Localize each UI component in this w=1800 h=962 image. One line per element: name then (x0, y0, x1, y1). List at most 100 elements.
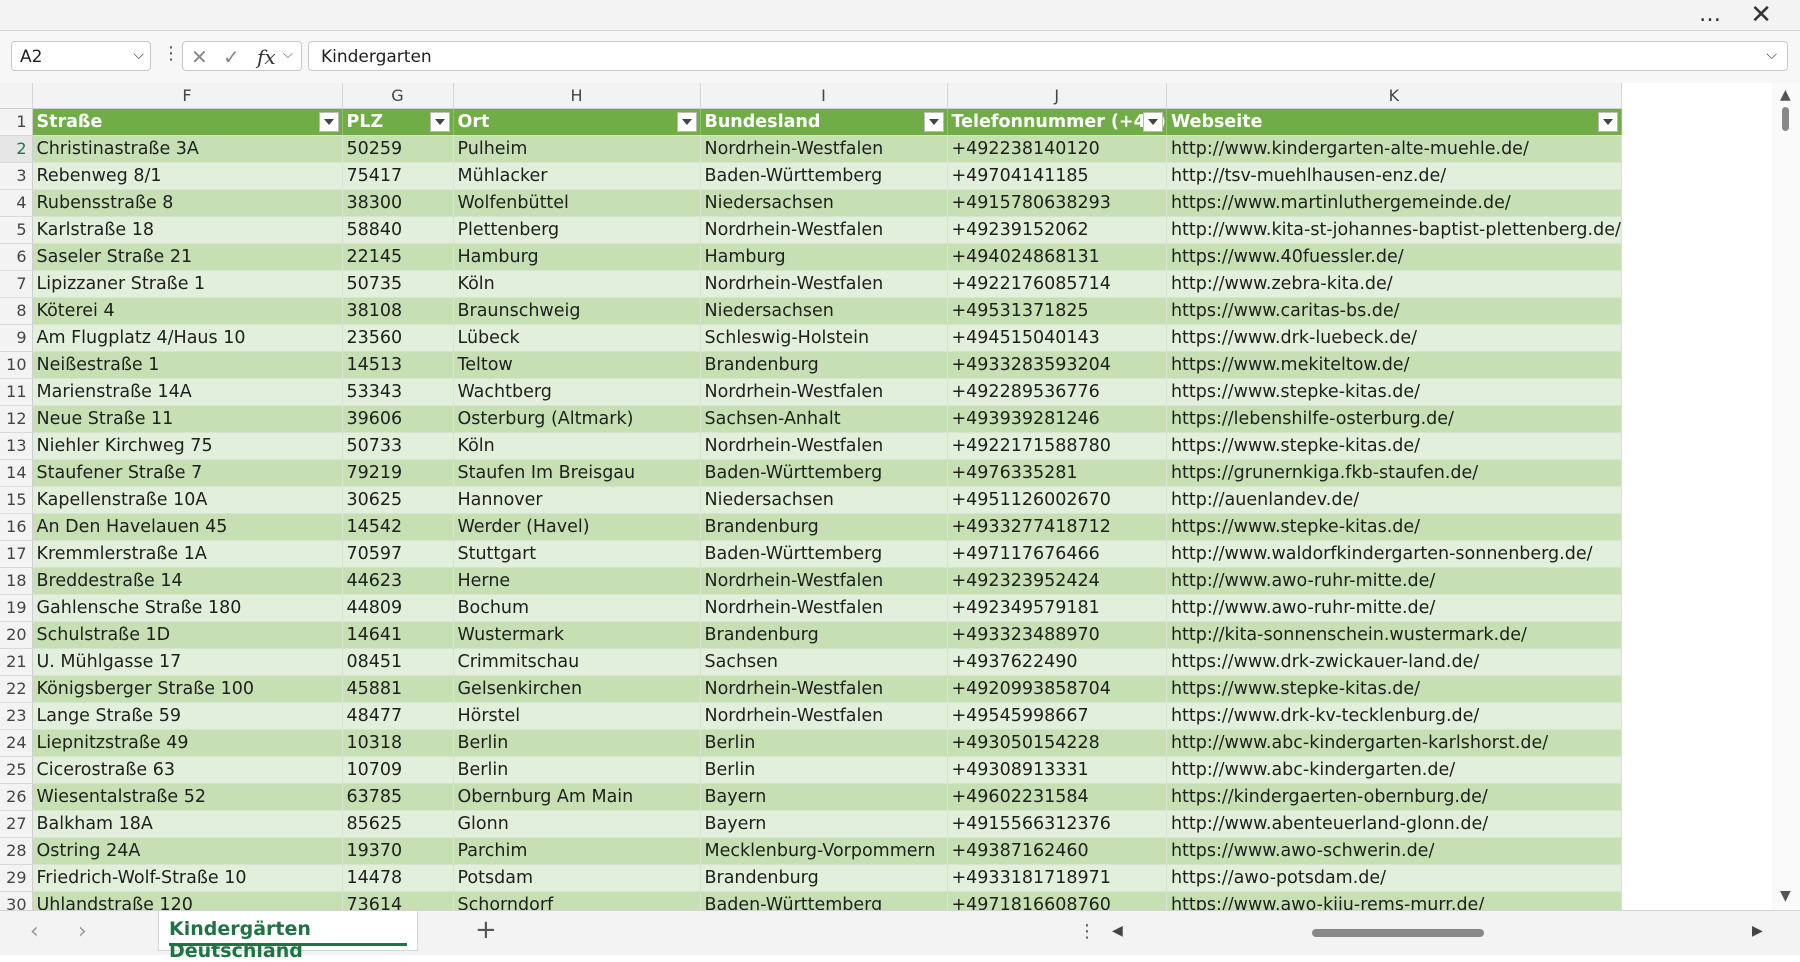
table-cell[interactable]: Staufener Straße 7 (32, 459, 343, 487)
table-cell[interactable]: +4971816608760 (947, 891, 1167, 910)
table-cell[interactable]: +49704141185 (947, 162, 1167, 190)
table-cell[interactable]: Brandenburg (700, 513, 948, 541)
table-cell[interactable]: https://www.awo-schwerin.de/ (1166, 837, 1622, 865)
table-cell[interactable]: Gelsenkirchen (453, 675, 701, 703)
row-number[interactable]: 10 (0, 351, 33, 379)
table-cell[interactable]: Königsberger Straße 100 (32, 675, 343, 703)
table-cell[interactable]: Plettenberg (453, 216, 701, 244)
table-cell[interactable]: Berlin (453, 729, 701, 757)
table-cell[interactable]: Neue Straße 11 (32, 405, 343, 433)
table-cell[interactable]: Hörstel (453, 702, 701, 730)
row-number[interactable]: 20 (0, 621, 33, 649)
table-cell[interactable]: +493939281246 (947, 405, 1167, 433)
table-cell[interactable]: Schorndorf (453, 891, 701, 910)
table-cell[interactable]: Potsdam (453, 864, 701, 892)
horizontal-scroll-thumb[interactable] (1312, 929, 1484, 937)
confirm-icon[interactable]: ✓ (223, 45, 240, 69)
table-cell[interactable]: Brandenburg (700, 351, 948, 379)
table-cell[interactable]: An Den Havelauen 45 (32, 513, 343, 541)
table-cell[interactable]: +4922176085714 (947, 270, 1167, 298)
table-cell[interactable]: Balkham 18A (32, 810, 343, 838)
table-cell[interactable]: Baden-Württemberg (700, 162, 948, 190)
scroll-right-icon[interactable]: ▶ (1752, 923, 1763, 939)
table-cell[interactable]: +4933277418712 (947, 513, 1167, 541)
column-letter[interactable]: H (453, 83, 701, 109)
scroll-thumb[interactable] (1782, 107, 1789, 131)
table-cell[interactable]: https://www.40fuessler.de/ (1166, 243, 1622, 271)
table-cell[interactable]: https://www.stepke-kitas.de/ (1166, 675, 1622, 703)
table-cell[interactable]: https://www.mekiteltow.de/ (1166, 351, 1622, 379)
table-cell[interactable]: Baden-Württemberg (700, 891, 948, 910)
table-cell[interactable]: Nordrhein-Westfalen (700, 270, 948, 298)
table-cell[interactable]: 85625 (342, 810, 454, 838)
table-cell[interactable]: http://www.abc-kindergarten-karlshorst.d… (1166, 729, 1622, 757)
row-number[interactable]: 29 (0, 864, 33, 892)
table-cell[interactable]: Sachsen (700, 648, 948, 676)
row-number[interactable]: 24 (0, 729, 33, 757)
table-cell[interactable]: Bochum (453, 594, 701, 622)
table-cell[interactable]: Niedersachsen (700, 189, 948, 217)
table-cell[interactable]: +49531371825 (947, 297, 1167, 325)
table-cell[interactable]: Lipizzaner Straße 1 (32, 270, 343, 298)
table-cell[interactable]: https://www.drk-luebeck.de/ (1166, 324, 1622, 352)
table-cell[interactable]: https://www.drk-zwickauer-land.de/ (1166, 648, 1622, 676)
table-cell[interactable]: Bayern (700, 783, 948, 811)
table-cell[interactable]: Baden-Württemberg (700, 540, 948, 568)
table-cell[interactable]: 38300 (342, 189, 454, 217)
filter-dropdown-icon[interactable] (318, 111, 339, 132)
table-cell[interactable]: Liepnitzstraße 49 (32, 729, 343, 757)
table-cell[interactable]: Stuttgart (453, 540, 701, 568)
table-cell[interactable]: https://awo-potsdam.de/ (1166, 864, 1622, 892)
table-cell[interactable]: 14478 (342, 864, 454, 892)
table-cell[interactable]: +4933181718971 (947, 864, 1167, 892)
table-cell[interactable]: +49387162460 (947, 837, 1167, 865)
table-cell[interactable]: 14641 (342, 621, 454, 649)
table-cell[interactable]: Breddestraße 14 (32, 567, 343, 595)
table-cell[interactable]: Parchim (453, 837, 701, 865)
table-cell[interactable]: 50735 (342, 270, 454, 298)
row-number[interactable]: 27 (0, 810, 33, 838)
table-cell[interactable]: Berlin (700, 729, 948, 757)
column-letter[interactable]: G (342, 83, 454, 109)
vertical-scrollbar[interactable]: ▲ ▼ (1772, 83, 1800, 910)
table-cell[interactable]: Neißestraße 1 (32, 351, 343, 379)
sheet-options-icon[interactable]: ⋮ (1078, 921, 1096, 942)
row-number[interactable]: 23 (0, 702, 33, 730)
row-number[interactable]: 1 (0, 108, 33, 136)
table-cell[interactable]: Kremmlerstraße 1A (32, 540, 343, 568)
filter-dropdown-icon[interactable] (923, 111, 944, 132)
table-cell[interactable]: Nordrhein-Westfalen (700, 567, 948, 595)
table-cell[interactable]: Köln (453, 432, 701, 460)
table-cell[interactable]: Nordrhein-Westfalen (700, 702, 948, 730)
row-number[interactable]: 25 (0, 756, 33, 784)
table-cell[interactable]: Mühlacker (453, 162, 701, 190)
table-cell[interactable]: https://www.stepke-kitas.de/ (1166, 432, 1622, 460)
table-cell[interactable]: 75417 (342, 162, 454, 190)
table-cell[interactable]: https://www.stepke-kitas.de/ (1166, 513, 1622, 541)
row-number[interactable]: 11 (0, 378, 33, 406)
table-cell[interactable]: +49239152062 (947, 216, 1167, 244)
table-cell[interactable]: Obernburg Am Main (453, 783, 701, 811)
table-cell[interactable]: Saseler Straße 21 (32, 243, 343, 271)
row-number[interactable]: 18 (0, 567, 33, 595)
row-number[interactable]: 13 (0, 432, 33, 460)
table-cell[interactable]: +4915780638293 (947, 189, 1167, 217)
formula-input[interactable]: Kindergarten ⌵ (308, 41, 1788, 71)
row-number[interactable]: 22 (0, 675, 33, 703)
table-cell[interactable]: 22145 (342, 243, 454, 271)
table-cell[interactable]: Baden-Württemberg (700, 459, 948, 487)
table-cell[interactable]: Ostring 24A (32, 837, 343, 865)
table-cell[interactable]: https://grunernkiga.fkb-staufen.de/ (1166, 459, 1622, 487)
table-cell[interactable]: 44623 (342, 567, 454, 595)
table-cell[interactable]: Berlin (700, 756, 948, 784)
table-cell[interactable]: Glonn (453, 810, 701, 838)
table-cell[interactable]: 14542 (342, 513, 454, 541)
table-cell[interactable]: Staufen Im Breisgau (453, 459, 701, 487)
table-cell[interactable]: 14513 (342, 351, 454, 379)
table-cell[interactable]: Niedersachsen (700, 297, 948, 325)
table-cell[interactable]: 08451 (342, 648, 454, 676)
table-cell[interactable]: Uhlandstraße 120 (32, 891, 343, 910)
scroll-down-icon[interactable]: ▼ (1780, 888, 1791, 904)
table-cell[interactable]: +492238140120 (947, 135, 1167, 163)
table-cell[interactable]: 48477 (342, 702, 454, 730)
